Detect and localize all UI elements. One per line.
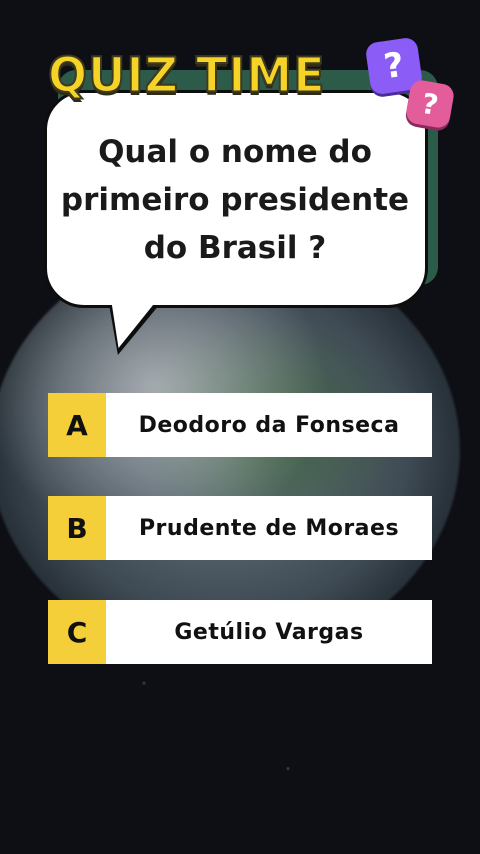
- option-label: Prudente de Moraes: [138, 515, 400, 541]
- question-mark-icon: ?: [404, 78, 456, 130]
- quiz-title: QUIZ TIME: [47, 45, 326, 104]
- question-text: Qual o nome do primeiro presidente do Br…: [60, 134, 410, 266]
- option-b[interactable]: B Prudente de Moraes: [48, 496, 432, 560]
- option-letter: C: [48, 600, 106, 664]
- option-label: Getúlio Vargas: [174, 619, 364, 645]
- option-letter: B: [48, 496, 106, 560]
- option-letter: A: [48, 393, 106, 457]
- option-label: Deodoro da Fonseca: [138, 412, 400, 438]
- option-a[interactable]: A Deodoro da Fonseca: [48, 393, 432, 457]
- option-c[interactable]: C Getúlio Vargas: [48, 600, 432, 664]
